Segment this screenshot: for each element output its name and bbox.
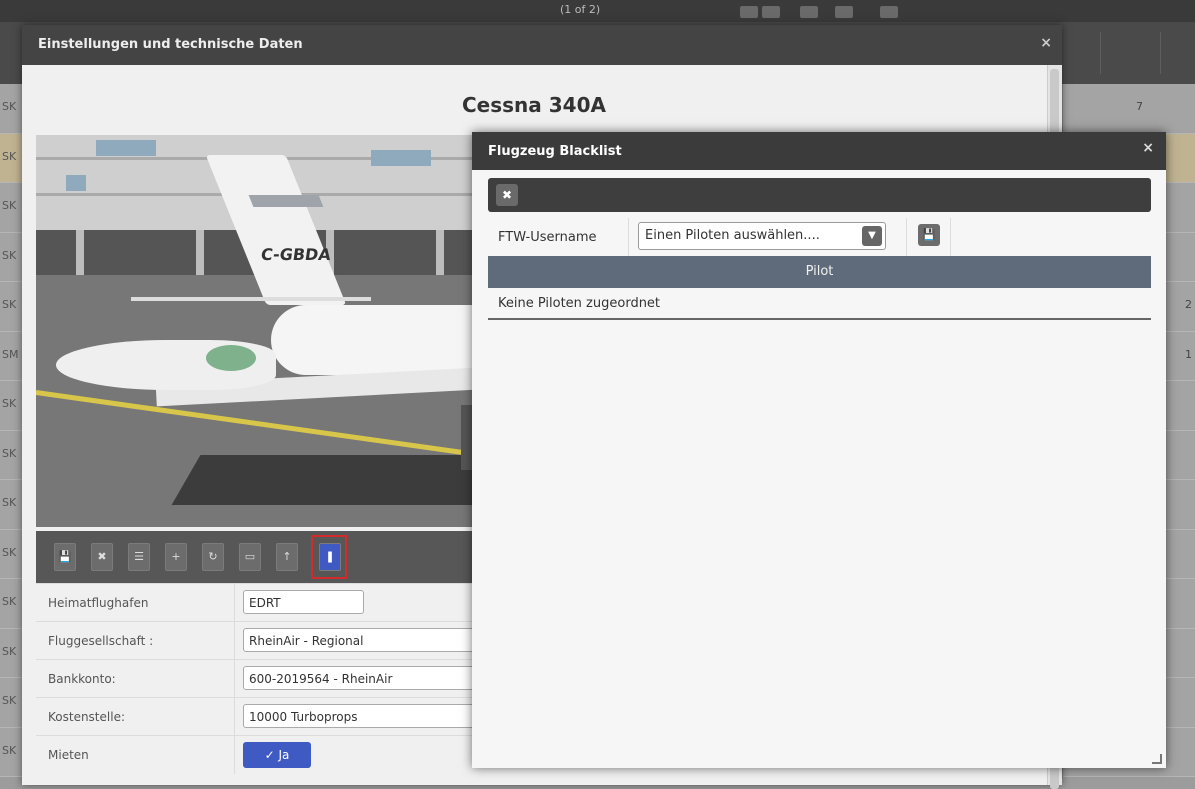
aircraft-photo: C-GBDA	[36, 135, 496, 527]
pager-button[interactable]	[880, 6, 898, 18]
form-row-bank: Bankkonto: 600-2019564 - RheinAir	[36, 659, 496, 698]
blacklist-button[interactable]: ❚	[319, 543, 341, 571]
aircraft-title: Cessna 340A	[462, 93, 606, 117]
delete-icon[interactable]: ✖	[91, 543, 113, 571]
background-column[interactable]	[1160, 32, 1195, 74]
aircraft-fuselage	[271, 305, 496, 375]
pilot-column-header[interactable]: Pilot	[488, 256, 1151, 288]
pager-text: (1 of 2)	[560, 3, 601, 16]
screen-icon[interactable]: ▭	[239, 543, 261, 571]
aircraft-shadow	[171, 455, 496, 505]
row-fragment: SK	[2, 100, 17, 113]
form-row-rent: Mieten ✓ Ja	[36, 735, 496, 774]
row-fragment: SK	[2, 199, 17, 212]
rent-label: Mieten	[48, 748, 89, 762]
save-icon[interactable]: 💾	[918, 224, 940, 246]
row-fragment: SK	[2, 248, 17, 262]
settings-modal-title: Einstellungen und technische Daten	[38, 37, 303, 52]
home-airport-field[interactable]: EDRT	[243, 590, 364, 614]
bank-select[interactable]: 600-2019564 - RheinAir	[243, 666, 493, 690]
row-fragment: SM	[2, 347, 19, 361]
aircraft-registration: C-GBDA	[259, 245, 333, 264]
settings-modal-titlebar[interactable]: Einstellungen und technische Daten ×	[22, 25, 1062, 65]
background-topbar: (1 of 2)	[0, 0, 1195, 22]
remove-button[interactable]: ✖	[496, 184, 518, 206]
pager-button[interactable]	[835, 6, 853, 18]
row-fragment: SK	[2, 496, 17, 509]
tail-stripe	[248, 195, 324, 207]
upload-icon[interactable]: ↑	[276, 543, 298, 571]
table-row: Keine Piloten zugeordnet	[488, 288, 1151, 320]
blacklist-toolbar: ✖	[488, 178, 1151, 212]
aircraft-stabilizer	[131, 297, 371, 301]
blacklist-form: FTW-Username Einen Piloten auswählen....…	[488, 218, 1151, 256]
close-icon[interactable]: ×	[1040, 35, 1052, 51]
nav-light	[206, 345, 256, 371]
row-fragment: SK	[2, 644, 17, 658]
pager-button[interactable]	[740, 6, 758, 18]
save-icon[interactable]: 💾	[54, 543, 76, 571]
cost-center-label: Kostenstelle:	[48, 710, 125, 724]
form-row-home-airport: Heimatflughafen EDRT	[36, 583, 496, 622]
pilot-select[interactable]: Einen Piloten auswählen.... ▼	[638, 222, 886, 250]
home-airport-label: Heimatflughafen	[48, 596, 149, 610]
row-fragment: SK	[2, 743, 17, 757]
blacklist-modal: Flugzeug Blacklist × ✖ FTW-Username Eine…	[472, 132, 1166, 768]
blacklist-modal-titlebar[interactable]: Flugzeug Blacklist ×	[472, 132, 1166, 170]
aircraft-toolbar: 💾 ✖ ☰ + ↻ ▭ ↑ ❚	[36, 531, 496, 583]
row-fragment: SK	[2, 149, 17, 163]
username-label: FTW-Username	[498, 230, 597, 245]
cost-center-select[interactable]: 10000 Turboprops	[243, 704, 493, 728]
pager-button[interactable]	[762, 6, 780, 18]
chevron-down-icon[interactable]: ▼	[862, 226, 882, 246]
row-fragment: SK	[2, 298, 17, 311]
refresh-icon[interactable]: ↻	[202, 543, 224, 571]
row-fragment: SK	[2, 595, 17, 608]
background-column[interactable]	[1100, 32, 1141, 74]
blacklist-modal-title: Flugzeug Blacklist	[488, 144, 622, 159]
add-icon[interactable]: +	[165, 543, 187, 571]
row-fragment: SK	[2, 545, 17, 559]
airline-label: Fluggesellschaft :	[48, 634, 154, 648]
pager-button[interactable]	[800, 6, 818, 18]
row-fragment: SK	[2, 446, 17, 460]
rent-toggle-button[interactable]: ✓ Ja	[243, 742, 311, 768]
close-icon[interactable]: ×	[1142, 140, 1154, 156]
form-row-airline: Fluggesellschaft : RheinAir - Regional	[36, 621, 496, 660]
airline-select[interactable]: RheinAir - Regional	[243, 628, 493, 652]
row-fragment: SK	[2, 694, 17, 707]
bank-label: Bankkonto:	[48, 672, 116, 686]
row-fragment: SK	[2, 397, 17, 410]
resize-handle[interactable]	[1152, 754, 1162, 764]
pilot-select-value: Einen Piloten auswählen....	[645, 228, 820, 243]
list-icon[interactable]: ☰	[128, 543, 150, 571]
form-row-cost-center: Kostenstelle: 10000 Turboprops	[36, 697, 496, 736]
